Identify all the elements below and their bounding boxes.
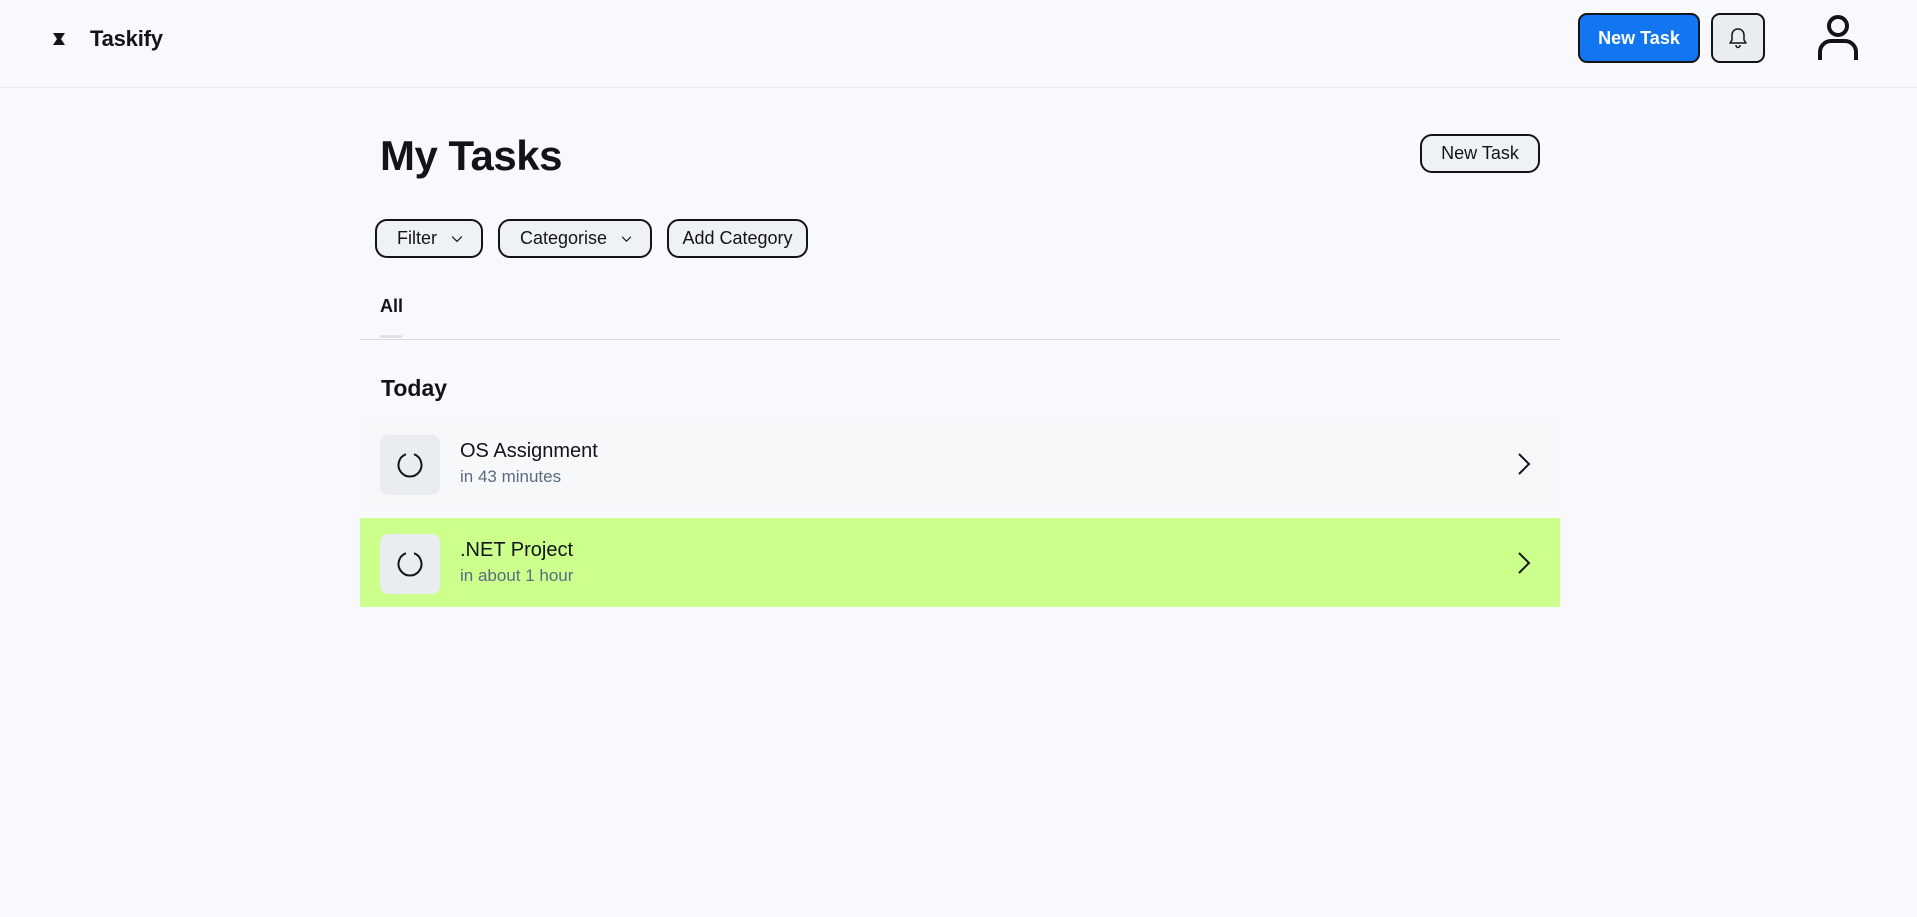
task-due: in about 1 hour xyxy=(460,566,574,585)
categorise-dropdown[interactable]: Categorise xyxy=(498,219,652,258)
filter-label: Filter xyxy=(397,228,437,248)
chevron-down-icon xyxy=(451,235,463,242)
top-bar: Taskify New Task xyxy=(0,0,1917,88)
filter-dropdown[interactable]: Filter xyxy=(375,219,483,258)
tab-bar: All xyxy=(360,290,1560,340)
notifications-button[interactable] xyxy=(1711,13,1765,63)
pending-status-icon xyxy=(397,453,423,478)
task-row[interactable]: .NET Project in about 1 hour xyxy=(360,518,1560,607)
chevron-right-icon xyxy=(1518,453,1531,475)
user-avatar[interactable] xyxy=(1812,14,1864,62)
bell-icon xyxy=(1729,28,1747,49)
chevron-down-icon xyxy=(621,235,632,242)
task-status[interactable] xyxy=(380,534,440,594)
task-due: in 43 minutes xyxy=(460,467,562,486)
task-title: .NET Project xyxy=(460,539,573,561)
logo-icon xyxy=(53,33,65,45)
header-new-task-button[interactable]: New Task xyxy=(1578,13,1700,63)
new-task-button[interactable]: New Task xyxy=(1420,134,1540,173)
page-title: My Tasks xyxy=(380,132,563,179)
user-icon xyxy=(1818,15,1858,60)
task-title: OS Assignment xyxy=(460,440,598,462)
chevron-right-icon xyxy=(1518,552,1531,574)
pending-status-icon xyxy=(397,552,423,577)
tab-all[interactable]: All xyxy=(380,296,403,317)
task-status[interactable] xyxy=(380,435,440,495)
section-title-today: Today xyxy=(381,375,448,401)
task-row[interactable]: OS Assignment in 43 minutes xyxy=(360,419,1560,508)
categorise-label: Categorise xyxy=(520,228,608,248)
tab-active-indicator xyxy=(380,335,402,338)
add-category-button[interactable]: Add Category xyxy=(667,219,808,258)
brand[interactable]: Taskify xyxy=(50,26,163,52)
app-name: Taskify xyxy=(90,26,163,51)
